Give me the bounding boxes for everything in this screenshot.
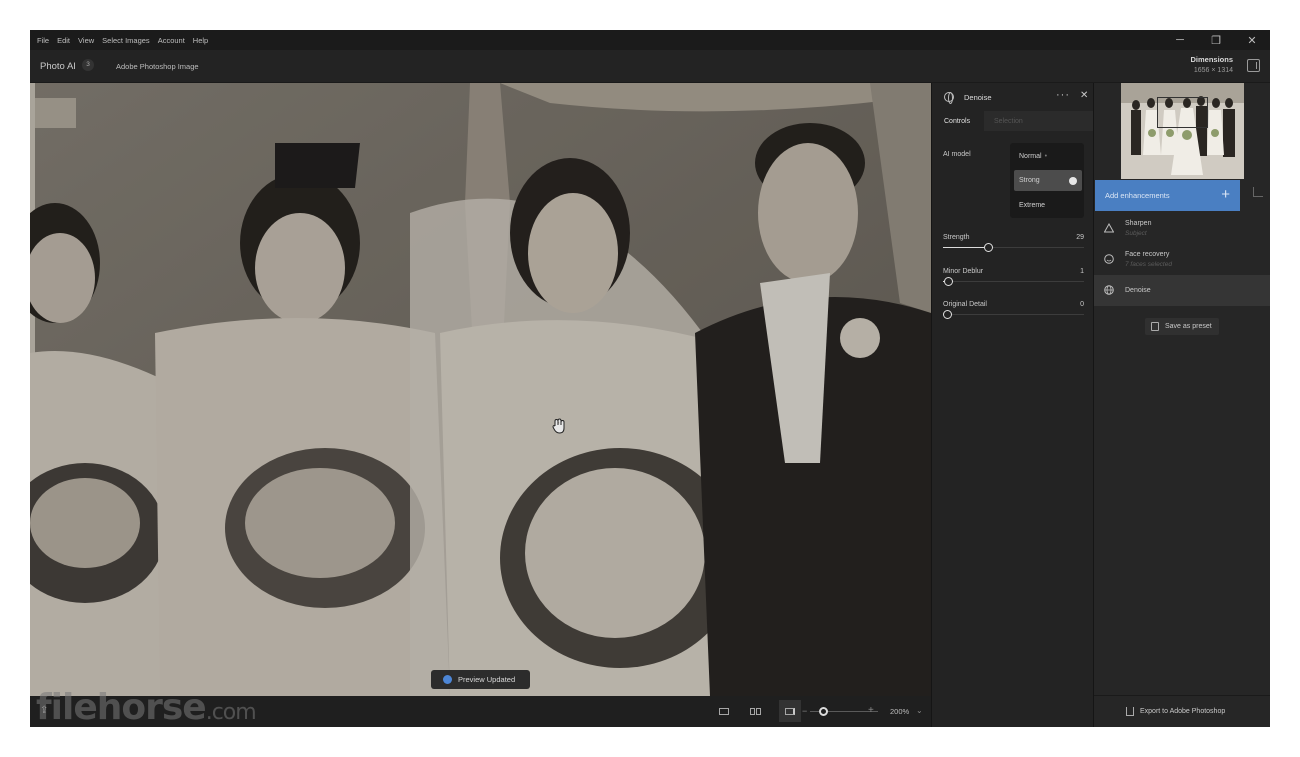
- original-detail-value: 0: [1080, 301, 1084, 308]
- split-view-icon[interactable]: [779, 700, 801, 722]
- zoom-value[interactable]: 200%: [890, 707, 909, 716]
- menu-view[interactable]: View: [78, 36, 94, 45]
- zoom-chevron-icon[interactable]: ⌄: [916, 706, 923, 715]
- watermark-suffix: .com: [205, 700, 257, 725]
- strength-slider[interactable]: Strength 29: [943, 234, 1084, 252]
- denoise-controls-panel: Denoise ··· ✕ Controls Selection AI mode…: [931, 83, 1094, 727]
- title-bar: Photo AI 3 Adobe Photoshop Image Dimensi…: [30, 50, 1270, 83]
- wedding-photo: [30, 83, 931, 696]
- app-title: Photo AI: [40, 61, 76, 72]
- zoom-out-button[interactable]: −: [802, 706, 807, 716]
- more-options-icon[interactable]: ···: [1056, 89, 1070, 101]
- sharpen-label: Sharpen: [1125, 220, 1152, 227]
- menu-edit[interactable]: Edit: [57, 36, 70, 45]
- export-to-photoshop-button[interactable]: Export to Adobe Photoshop: [1094, 695, 1270, 727]
- zoom-in-button[interactable]: +: [868, 705, 874, 716]
- menu-account[interactable]: Account: [158, 36, 185, 45]
- panel-title: Denoise: [964, 93, 992, 102]
- enhancement-face-recovery[interactable]: Face recovery 7 faces selected: [1094, 244, 1270, 275]
- single-view-icon[interactable]: [717, 704, 731, 718]
- strength-value: 29: [1076, 234, 1084, 241]
- sharpen-sub: Subject: [1125, 230, 1147, 237]
- model-option-strong[interactable]: Strong: [1014, 170, 1082, 191]
- upload-icon[interactable]: ⇪: [40, 705, 48, 716]
- watermark-main: filehorse: [36, 687, 207, 727]
- zoom-slider-knob[interactable]: [819, 707, 828, 716]
- preview-updated-toast: Preview Updated: [431, 670, 530, 689]
- model-strong-label: Strong: [1019, 177, 1040, 184]
- save-as-preset-button[interactable]: Save as preset: [1145, 318, 1219, 335]
- minor-deblur-label: Minor Deblur: [943, 268, 984, 275]
- enhancements-sidebar: Add enhancements + Sharpen Subject Face …: [1093, 83, 1270, 727]
- ai-model-label: AI model: [943, 151, 971, 158]
- menu-help[interactable]: Help: [193, 36, 208, 45]
- model-option-extreme[interactable]: Extreme: [1014, 195, 1082, 216]
- image-canvas[interactable]: Preview Updated: [30, 83, 931, 696]
- original-detail-label: Original Detail: [943, 301, 987, 308]
- face-recovery-sub: 7 faces selected: [1125, 261, 1172, 268]
- denoise-label: Denoise: [1125, 287, 1151, 294]
- viewport-frame[interactable]: [1157, 97, 1208, 128]
- original-detail-slider[interactable]: Original Detail 0: [943, 301, 1084, 319]
- export-label: Export to Adobe Photoshop: [1140, 708, 1226, 715]
- photo-ai-window: File Edit View Select Images Account Hel…: [30, 30, 1270, 727]
- panel-toggle-icon[interactable]: [1247, 59, 1260, 72]
- model-normal-marker: •: [1044, 153, 1048, 160]
- menu-file[interactable]: File: [37, 36, 49, 45]
- close-panel-icon[interactable]: ✕: [1080, 90, 1088, 101]
- add-enhancements-label: Add enhancements: [1105, 191, 1170, 200]
- face-icon: [1104, 254, 1114, 264]
- enhancement-sharpen[interactable]: Sharpen Subject: [1094, 213, 1270, 244]
- menu-bar: File Edit View Select Images Account Hel…: [30, 30, 1270, 50]
- sharpen-icon: [1104, 223, 1114, 233]
- hand-cursor-icon: [552, 418, 565, 434]
- minor-deblur-knob[interactable]: [944, 277, 953, 286]
- save-as-preset-label: Save as preset: [1165, 323, 1212, 330]
- watermark: filehorse.com: [36, 687, 257, 727]
- tab-controls[interactable]: Controls: [938, 111, 984, 131]
- minimize-button[interactable]: ─: [1162, 30, 1198, 50]
- dimensions-label: Dimensions: [1190, 55, 1233, 64]
- panel-header: Denoise ··· ✕: [932, 83, 1094, 109]
- model-extreme-label: Extreme: [1019, 202, 1046, 209]
- preset-icon: [1151, 322, 1159, 331]
- face-recovery-label: Face recovery: [1125, 251, 1170, 258]
- original-detail-track: [943, 314, 1084, 315]
- model-option-normal[interactable]: Normal •: [1014, 146, 1082, 167]
- menu-select-images[interactable]: Select Images: [102, 36, 150, 45]
- export-icon: [1126, 707, 1134, 716]
- dimensions-info: Dimensions 1656 × 1314: [1190, 55, 1233, 74]
- restore-button[interactable]: ❐: [1198, 30, 1234, 50]
- model-normal-label: Normal: [1019, 153, 1042, 160]
- original-detail-knob[interactable]: [943, 310, 952, 319]
- source-label: Adobe Photoshop Image: [116, 62, 199, 71]
- side-by-side-view-icon[interactable]: [748, 704, 762, 718]
- strength-label: Strength: [943, 234, 970, 241]
- add-enhancements-button[interactable]: Add enhancements +: [1095, 180, 1240, 211]
- minor-deblur-track: [943, 281, 1084, 282]
- denoise-globe-icon: [1104, 285, 1114, 295]
- strength-fill: [943, 247, 984, 248]
- minor-deblur-value: 1: [1080, 268, 1084, 275]
- enhancement-denoise[interactable]: Denoise: [1094, 275, 1270, 306]
- toast-text: Preview Updated: [458, 675, 516, 684]
- tab-selection[interactable]: Selection: [984, 111, 1094, 131]
- image-thumbnail[interactable]: [1121, 83, 1244, 179]
- crop-icon[interactable]: [1253, 187, 1263, 197]
- check-icon: [443, 675, 452, 684]
- selected-check-icon: [1069, 176, 1077, 185]
- close-window-button[interactable]: ✕: [1234, 30, 1270, 50]
- minor-deblur-slider[interactable]: Minor Deblur 1: [943, 268, 1084, 286]
- panel-tabs: Controls Selection: [938, 111, 1094, 131]
- dimensions-value: 1656 × 1314: [1193, 67, 1233, 74]
- denoise-icon: [944, 92, 954, 104]
- image-count-badge[interactable]: 3: [82, 59, 94, 71]
- strength-knob[interactable]: [984, 243, 993, 252]
- plus-icon: +: [1221, 186, 1230, 203]
- ai-model-list: Normal • Strong Extreme: [1010, 143, 1084, 218]
